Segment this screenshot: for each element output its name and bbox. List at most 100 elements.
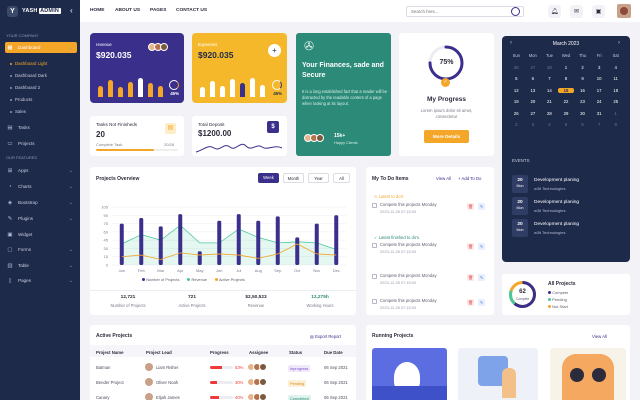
bell-icon[interactable]: 🔔︎	[548, 5, 561, 18]
project-thumbnail[interactable]	[458, 348, 538, 400]
calendar-day[interactable]: 20	[525, 99, 542, 104]
cart-icon[interactable]: ▣	[592, 5, 605, 18]
sidebar-item-charts[interactable]: ◔ Charts ⌄	[5, 181, 77, 192]
bar-number-of-projects[interactable]	[314, 223, 319, 265]
sidebar-sub-sales[interactable]: Sales	[10, 109, 26, 114]
calendar-day[interactable]: 24	[591, 99, 608, 104]
edit-icon[interactable]: ✎	[478, 243, 485, 250]
todo-view-all-link[interactable]: View All	[436, 176, 451, 181]
running-view-all-link[interactable]: View All	[592, 334, 607, 339]
calendar-day[interactable]: 5	[558, 122, 575, 127]
event-item[interactable]: 20 Mon Development planing w3it Technologie…	[512, 219, 622, 239]
table-row[interactable]: Canary Elijah James 40% Completed 06 Sep 202…	[90, 391, 358, 400]
calendar-day[interactable]: 28	[541, 111, 558, 116]
todo-checkbox[interactable]	[372, 243, 377, 248]
calendar-day[interactable]: 11	[607, 76, 624, 81]
calendar-day[interactable]: 27	[525, 111, 542, 116]
column-header[interactable]: Project Lead	[146, 350, 172, 355]
bar-number-of-projects[interactable]	[217, 220, 222, 265]
column-header[interactable]: Status	[289, 350, 302, 355]
sidebar-sub-products[interactable]: Products	[10, 97, 32, 102]
sidebar-item-tasks[interactable]: ▤ Tasks	[5, 122, 77, 133]
calendar-day[interactable]: 2	[508, 122, 525, 127]
bar-number-of-projects[interactable]	[236, 214, 241, 265]
column-header[interactable]: Project Name	[96, 350, 123, 355]
add-todo-link[interactable]: + Add To Do	[458, 176, 481, 181]
sidebar-item-apps[interactable]: ⊞ Apps ⌄	[5, 165, 77, 176]
sidebar-item-plugins[interactable]: ✎ Plugins ⌄	[5, 213, 77, 224]
column-header[interactable]: Due Date	[324, 350, 343, 355]
project-thumbnail[interactable]	[550, 348, 626, 400]
delete-icon[interactable]: 🗑︎	[467, 243, 474, 250]
sidebar-item-forms[interactable]: ▢ Forms ⌄	[5, 244, 77, 255]
nav-link-about[interactable]: ABOUT US	[115, 8, 140, 13]
calendar-day[interactable]: 29	[558, 111, 575, 116]
calendar-day[interactable]: 12	[508, 88, 525, 93]
calendar-day[interactable]: 30	[574, 111, 591, 116]
tab-all[interactable]: All	[333, 173, 350, 183]
todo-checkbox[interactable]	[372, 274, 377, 279]
add-icon[interactable]: +	[268, 44, 281, 57]
next-month-icon[interactable]: ›	[618, 40, 620, 46]
event-item[interactable]: 20 Mon Development planing w3it Technologie…	[512, 197, 622, 217]
calendar-day[interactable]: 1	[558, 65, 575, 70]
delete-icon[interactable]: 🗑︎	[467, 203, 474, 210]
bar-number-of-projects[interactable]	[275, 216, 280, 265]
bar-number-of-projects[interactable]	[334, 215, 339, 265]
event-item[interactable]: 20 Mon Development planing w3it Technologie…	[512, 175, 622, 195]
nav-link-pages[interactable]: PAGES	[150, 8, 166, 13]
calendar-day[interactable]: 17	[591, 88, 608, 93]
table-row[interactable]: Bender Project Oliver Noah 30% Pending 06 Se…	[90, 376, 358, 390]
todo-checkbox[interactable]	[372, 203, 377, 208]
todo-checkbox[interactable]	[372, 299, 377, 304]
bar-number-of-projects[interactable]	[295, 237, 300, 265]
edit-icon[interactable]: ✎	[478, 274, 485, 281]
sidebar-sub-dashboard-2[interactable]: Dashboard 2	[10, 85, 40, 90]
calendar-day[interactable]: 23	[574, 99, 591, 104]
sidebar-sub-dashboard-dark[interactable]: Dashboard Dark	[10, 73, 47, 78]
sidebar-item-bootstrap[interactable]: ◈ Bootstrap ⌄	[5, 197, 77, 208]
logo[interactable]: Y YASH ADMIN	[0, 0, 80, 22]
calendar-day[interactable]: 22	[558, 99, 575, 104]
search-icon[interactable]	[511, 7, 520, 16]
sidebar-item-table[interactable]: ▥ Table ⌄	[5, 260, 77, 271]
calendar-day[interactable]: 28	[541, 65, 558, 70]
calendar-day[interactable]: 16	[574, 88, 591, 93]
nav-link-contact[interactable]: CONTACT US	[176, 8, 207, 13]
calendar-day[interactable]: 31	[591, 111, 608, 116]
calendar-day[interactable]: 6	[525, 76, 542, 81]
search-input[interactable]	[406, 6, 524, 17]
column-header[interactable]: Progress	[210, 350, 229, 355]
edit-icon[interactable]: ✎	[478, 203, 485, 210]
calendar-day[interactable]: 4	[607, 65, 624, 70]
mail-icon[interactable]: ✉	[570, 5, 583, 18]
calendar-day[interactable]: 25	[607, 99, 624, 104]
calendar-day[interactable]: 26	[508, 65, 525, 70]
sidebar-item-dashboard[interactable]: ▦ Dashboard ⌄	[5, 42, 77, 53]
bar-number-of-projects[interactable]	[119, 223, 124, 265]
calendar-day[interactable]: 5	[508, 76, 525, 81]
calendar-day[interactable]: 8	[558, 76, 575, 81]
calendar-day[interactable]: 26	[508, 111, 525, 116]
menu-collapse-icon[interactable]: ‹	[70, 6, 73, 15]
bar-number-of-projects[interactable]	[178, 214, 183, 265]
delete-icon[interactable]: 🗑︎	[467, 274, 474, 281]
calendar-day[interactable]: 3	[525, 122, 542, 127]
avatar[interactable]	[617, 4, 631, 18]
calendar-day[interactable]: 2	[574, 65, 591, 70]
bar-number-of-projects[interactable]	[139, 218, 144, 265]
bar-number-of-projects[interactable]	[197, 251, 202, 265]
delete-icon[interactable]: 🗑︎	[467, 299, 474, 306]
sidebar-item-widget[interactable]: ▣ Widget	[5, 229, 77, 240]
calendar-day[interactable]: 27	[525, 65, 542, 70]
edit-icon[interactable]: ✎	[478, 299, 485, 306]
sidebar-item-projects[interactable]: ▭ Projects	[5, 138, 77, 149]
tab-month[interactable]: Month	[283, 173, 304, 183]
more-details-button[interactable]: More Details	[424, 130, 469, 143]
calendar-day[interactable]: 21	[541, 99, 558, 104]
calendar-day[interactable]: 9	[574, 76, 591, 81]
calendar-day[interactable]: 1	[607, 111, 624, 116]
calendar-day[interactable]: 14	[541, 88, 558, 93]
tab-week[interactable]: Week	[258, 173, 279, 183]
calendar-day[interactable]: 7	[541, 76, 558, 81]
